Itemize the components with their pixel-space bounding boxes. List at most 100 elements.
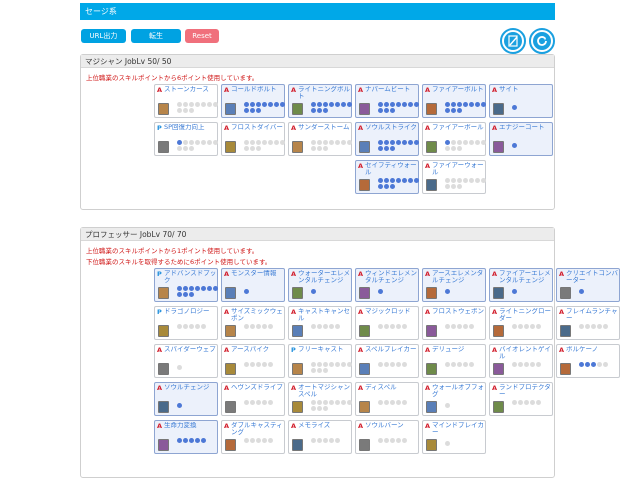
level-dot[interactable] — [268, 140, 273, 145]
level-dot[interactable] — [457, 362, 462, 367]
level-dot[interactable] — [445, 362, 450, 367]
skill-level-dots[interactable] — [177, 438, 219, 452]
skill-card[interactable]: A スパイダーウェブ — [154, 344, 218, 378]
skill-level-dots[interactable] — [244, 140, 286, 154]
level-dot[interactable] — [317, 108, 322, 113]
skill-card[interactable]: A ファイアーボール — [422, 122, 486, 156]
level-dot[interactable] — [384, 140, 389, 145]
level-dot[interactable] — [329, 324, 334, 329]
level-dot[interactable] — [445, 324, 450, 329]
skill-card[interactable]: P SP回復力向上 — [154, 122, 218, 156]
level-dot[interactable] — [201, 102, 206, 107]
skill-level-dots[interactable] — [445, 362, 487, 376]
skill-card[interactable]: A マジックロッド — [355, 306, 419, 340]
skill-card[interactable]: A ナパームビート — [355, 84, 419, 118]
skill-card[interactable]: A ライトニングボルト — [288, 84, 352, 118]
level-dot[interactable] — [189, 102, 194, 107]
level-dot[interactable] — [603, 362, 608, 367]
skill-card[interactable]: A モンスター情報 — [221, 268, 285, 302]
level-dot[interactable] — [256, 324, 261, 329]
level-dot[interactable] — [250, 438, 255, 443]
level-dot[interactable] — [201, 324, 206, 329]
level-dot[interactable] — [463, 362, 468, 367]
skill-level-dots[interactable] — [244, 438, 286, 452]
skill-level-dots[interactable] — [579, 362, 621, 376]
level-dot[interactable] — [384, 400, 389, 405]
level-dot[interactable] — [451, 184, 456, 189]
level-dot[interactable] — [244, 362, 249, 367]
skill-card[interactable]: A ウィンドエレメンタルチェンジ — [355, 268, 419, 302]
level-dot[interactable] — [329, 438, 334, 443]
level-dot[interactable] — [347, 140, 352, 145]
skill-level-dots[interactable] — [378, 324, 420, 338]
skill-level-dots[interactable] — [177, 324, 219, 338]
level-dot[interactable] — [396, 400, 401, 405]
level-dot[interactable] — [445, 102, 450, 107]
skill-level-dots[interactable] — [244, 289, 286, 303]
skill-level-dots[interactable] — [378, 289, 420, 303]
skill-level-dots[interactable] — [445, 441, 487, 455]
level-dot[interactable] — [244, 140, 249, 145]
level-dot[interactable] — [384, 184, 389, 189]
refresh-icon-button[interactable] — [529, 28, 555, 54]
level-dot[interactable] — [268, 362, 273, 367]
level-dot[interactable] — [244, 438, 249, 443]
level-dot[interactable] — [335, 438, 340, 443]
level-dot[interactable] — [451, 178, 456, 183]
level-dot[interactable] — [475, 178, 480, 183]
level-dot[interactable] — [451, 324, 456, 329]
level-dot[interactable] — [469, 178, 474, 183]
level-dot[interactable] — [469, 324, 474, 329]
level-dot[interactable] — [591, 324, 596, 329]
level-dot[interactable] — [402, 362, 407, 367]
level-dot[interactable] — [341, 362, 346, 367]
level-dot[interactable] — [317, 406, 322, 411]
skill-card[interactable]: A バイオレントゲイル — [489, 344, 553, 378]
skill-card[interactable]: A ヘヴンズドライブ — [221, 382, 285, 416]
level-dot[interactable] — [396, 362, 401, 367]
level-dot[interactable] — [378, 140, 383, 145]
skill-level-dots[interactable] — [579, 324, 621, 338]
level-dot[interactable] — [335, 140, 340, 145]
level-dot[interactable] — [262, 400, 267, 405]
level-dot[interactable] — [457, 146, 462, 151]
level-dot[interactable] — [323, 146, 328, 151]
skill-card[interactable]: P ドラゴノロジー — [154, 306, 218, 340]
skill-card[interactable]: A フレイムランチャー — [556, 306, 620, 340]
level-dot[interactable] — [597, 324, 602, 329]
level-dot[interactable] — [317, 438, 322, 443]
level-dot[interactable] — [378, 289, 383, 294]
level-dot[interactable] — [256, 146, 261, 151]
level-dot[interactable] — [189, 140, 194, 145]
level-dot[interactable] — [512, 143, 517, 148]
level-dot[interactable] — [378, 146, 383, 151]
level-dot[interactable] — [323, 324, 328, 329]
level-dot[interactable] — [396, 102, 401, 107]
level-dot[interactable] — [445, 289, 450, 294]
skill-level-dots[interactable] — [311, 438, 353, 452]
level-dot[interactable] — [384, 324, 389, 329]
level-dot[interactable] — [195, 438, 200, 443]
level-dot[interactable] — [195, 102, 200, 107]
level-dot[interactable] — [256, 438, 261, 443]
skill-level-dots[interactable] — [445, 178, 487, 192]
level-dot[interactable] — [329, 140, 334, 145]
level-dot[interactable] — [317, 102, 322, 107]
level-dot[interactable] — [311, 146, 316, 151]
level-dot[interactable] — [244, 400, 249, 405]
level-dot[interactable] — [268, 438, 273, 443]
level-dot[interactable] — [378, 400, 383, 405]
level-dot[interactable] — [341, 140, 346, 145]
level-dot[interactable] — [451, 102, 456, 107]
level-dot[interactable] — [524, 324, 529, 329]
level-dot[interactable] — [244, 289, 249, 294]
level-dot[interactable] — [213, 102, 218, 107]
level-dot[interactable] — [512, 400, 517, 405]
level-dot[interactable] — [323, 362, 328, 367]
level-dot[interactable] — [177, 292, 182, 297]
level-dot[interactable] — [323, 438, 328, 443]
skill-card[interactable]: A アースエレメンタルチェンジ — [422, 268, 486, 302]
level-dot[interactable] — [512, 289, 517, 294]
level-dot[interactable] — [189, 286, 194, 291]
level-dot[interactable] — [390, 362, 395, 367]
